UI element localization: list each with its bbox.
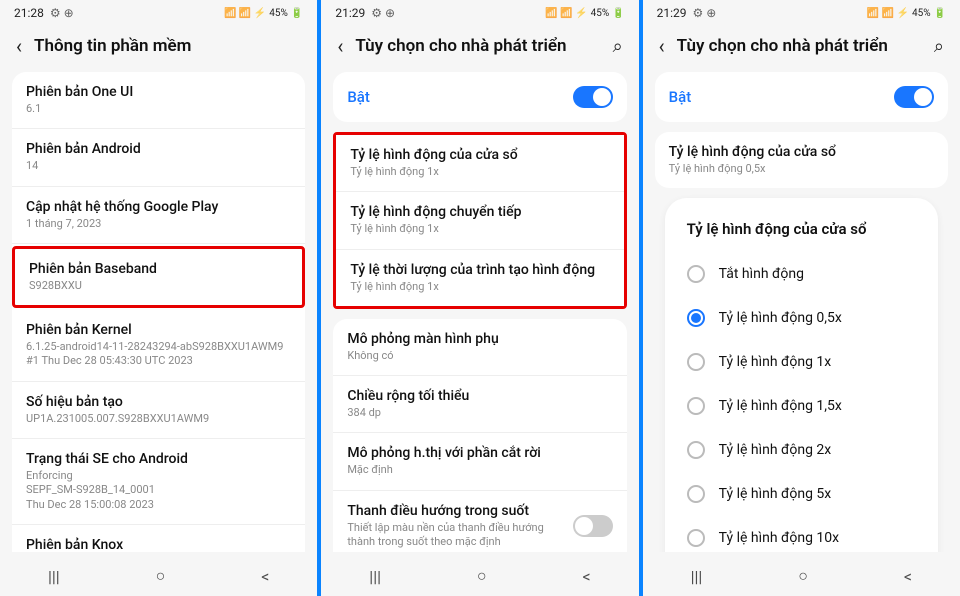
- row-knox[interactable]: Phiên bản Knox Knox 3.10 Knox API level …: [12, 525, 305, 552]
- navigation-bar: ||| ○ <: [321, 552, 638, 596]
- radio-option-5x[interactable]: Tỷ lệ hình động 5x: [683, 472, 920, 516]
- statusbar: 21:28⚙ ⊕ 📶 📶 ⚡45%🔋: [0, 0, 317, 24]
- recent-apps-icon[interactable]: |||: [48, 567, 60, 586]
- radio-option-off[interactable]: Tắt hình động: [683, 252, 920, 296]
- animation-scale-dialog: Tỷ lệ hình động của cửa sổ Tắt hình động…: [665, 198, 938, 552]
- statusbar: 21:29⚙ ⊕ 📶 📶 ⚡45%🔋: [321, 0, 638, 24]
- statusbar: 21:29⚙ ⊕ 📶 📶 ⚡45%🔋: [643, 0, 960, 24]
- master-toggle[interactable]: Bật: [655, 72, 948, 122]
- radio-option-1x[interactable]: Tỷ lệ hình động 1x: [683, 340, 920, 384]
- toggle-switch[interactable]: [894, 86, 934, 108]
- content-scroll[interactable]: Phiên bản One UI 6.1 Phiên bản Android 1…: [0, 72, 317, 552]
- radio-icon: [687, 441, 705, 459]
- status-icons-right: 📶 📶 ⚡: [224, 8, 266, 19]
- nav-back-icon[interactable]: <: [261, 567, 269, 586]
- radio-icon: [687, 529, 705, 547]
- radio-icon: [687, 485, 705, 503]
- search-icon[interactable]: ⌕: [613, 36, 623, 57]
- row-min-width[interactable]: Chiều rộng tối thiểu 384 dp: [333, 376, 626, 433]
- toggle-switch[interactable]: [573, 515, 613, 537]
- row-one-ui[interactable]: Phiên bản One UI 6.1: [12, 72, 305, 129]
- row-android[interactable]: Phiên bản Android 14: [12, 129, 305, 186]
- row-display-cutout[interactable]: Mô phỏng h.thị với phần cắt rời Mặc định: [333, 433, 626, 490]
- content-scroll: Bật Tỷ lệ hình động của cửa sổ Tỷ lệ hìn…: [643, 72, 960, 552]
- row-simulate-secondary-display[interactable]: Mô phỏng màn hình phụ Không có: [333, 319, 626, 376]
- highlighted-animation-group: Tỷ lệ hình động của cửa sổ Tỷ lệ hình độ…: [333, 132, 626, 309]
- radio-icon: [687, 353, 705, 371]
- back-icon[interactable]: ‹: [659, 34, 665, 58]
- navigation-bar: ||| ○ <: [0, 552, 317, 596]
- search-icon[interactable]: ⌕: [934, 36, 944, 57]
- nav-back-icon[interactable]: <: [583, 567, 591, 586]
- row-window-animation-scale[interactable]: Tỷ lệ hình động của cửa sổ Tỷ lệ hình độ…: [336, 135, 623, 192]
- header: ‹ Thông tin phần mềm: [0, 24, 317, 72]
- content-scroll[interactable]: Bật Tỷ lệ hình động của cửa sổ Tỷ lệ hìn…: [321, 72, 638, 552]
- recent-apps-icon[interactable]: |||: [369, 567, 381, 586]
- nav-back-icon[interactable]: <: [904, 567, 912, 586]
- header: ‹ Tùy chọn cho nhà phát triển ⌕: [321, 24, 638, 72]
- radio-icon: [687, 309, 705, 327]
- row-google-play-update[interactable]: Cập nhật hệ thống Google Play 1 tháng 7,…: [12, 187, 305, 244]
- row-se-status[interactable]: Trạng thái SE cho Android Enforcing SEPF…: [12, 439, 305, 525]
- row-kernel[interactable]: Phiên bản Kernel 6.1.25-android14-11-282…: [12, 310, 305, 382]
- phone-animation-dialog: 21:29⚙ ⊕ 📶 📶 ⚡45%🔋 ‹ Tùy chọn cho nhà ph…: [643, 0, 960, 596]
- phone-developer-options: 21:29⚙ ⊕ 📶 📶 ⚡45%🔋 ‹ Tùy chọn cho nhà ph…: [321, 0, 638, 596]
- page-title: Tùy chọn cho nhà phát triển: [355, 36, 600, 56]
- row-window-animation-scale[interactable]: Tỷ lệ hình động của cửa sổ Tỷ lệ hình độ…: [655, 132, 948, 188]
- radio-option-1.5x[interactable]: Tỷ lệ hình động 1,5x: [683, 384, 920, 428]
- home-icon[interactable]: ○: [798, 566, 808, 586]
- back-icon[interactable]: ‹: [16, 34, 22, 58]
- row-build-number[interactable]: Số hiệu bản tạo UP1A.231005.007.S928BXXU…: [12, 382, 305, 439]
- dialog-title: Tỷ lệ hình động của cửa sổ: [683, 214, 920, 252]
- header: ‹ Tùy chọn cho nhà phát triển ⌕: [643, 24, 960, 72]
- radio-option-2x[interactable]: Tỷ lệ hình động 2x: [683, 428, 920, 472]
- navigation-bar: ||| ○ <: [643, 552, 960, 596]
- master-toggle[interactable]: Bật: [333, 72, 626, 122]
- radio-option-0.5x[interactable]: Tỷ lệ hình động 0,5x: [683, 296, 920, 340]
- row-animator-duration-scale[interactable]: Tỷ lệ thời lượng của trình tạo hình động…: [336, 250, 623, 306]
- home-icon[interactable]: ○: [156, 566, 166, 586]
- radio-icon: [687, 397, 705, 415]
- row-transition-animation-scale[interactable]: Tỷ lệ hình động chuyển tiếp Tỷ lệ hình đ…: [336, 192, 623, 249]
- back-icon[interactable]: ‹: [337, 34, 343, 58]
- row-transparent-nav[interactable]: Thanh điều hướng trong suốt Thiết lập mà…: [333, 491, 626, 552]
- page-title: Thông tin phần mềm: [34, 36, 301, 56]
- toggle-switch[interactable]: [573, 86, 613, 108]
- radio-icon: [687, 265, 705, 283]
- radio-option-10x[interactable]: Tỷ lệ hình động 10x: [683, 516, 920, 552]
- row-baseband[interactable]: Phiên bản Baseband S928BXXU: [12, 246, 305, 308]
- phone-software-info: 21:28⚙ ⊕ 📶 📶 ⚡45%🔋 ‹ Thông tin phần mềm …: [0, 0, 317, 596]
- recent-apps-icon[interactable]: |||: [691, 567, 703, 586]
- status-icons-left: ⚙ ⊕: [50, 6, 74, 20]
- page-title: Tùy chọn cho nhà phát triển: [677, 36, 922, 56]
- home-icon[interactable]: ○: [477, 566, 487, 586]
